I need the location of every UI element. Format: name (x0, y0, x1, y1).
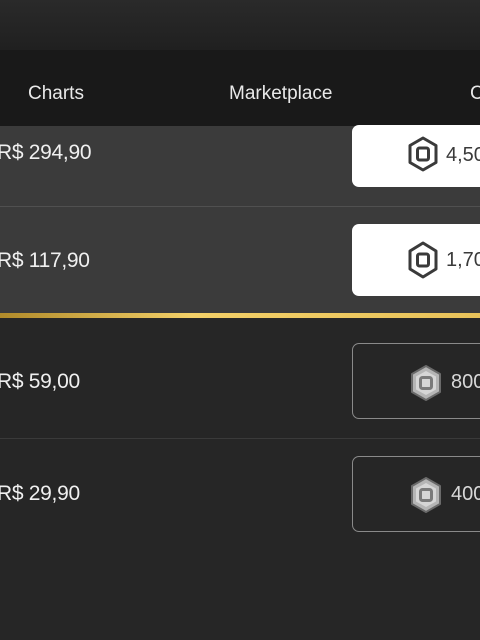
top-navigation: Charts Marketplace C (0, 50, 480, 126)
package-price: R$ 117,90 (0, 249, 90, 272)
robux-icon (408, 136, 438, 177)
robux-amount: 400 (451, 483, 480, 505)
buy-package-button[interactable]: 1,70 (352, 224, 480, 296)
package-price: R$ 59,00 (0, 370, 80, 393)
robux-amount: 1,70 (446, 249, 480, 271)
tab-charts[interactable]: Charts (28, 83, 84, 105)
robux-icon (408, 241, 438, 284)
robux-icon (409, 364, 443, 407)
robux-icon (409, 476, 443, 519)
tab-partial[interactable]: C (470, 83, 480, 105)
robux-amount: 800 (451, 371, 480, 393)
buy-package-button[interactable]: 4,50 (352, 125, 480, 187)
buy-package-button[interactable]: 800 (352, 343, 480, 419)
package-price: R$ 29,90 (0, 482, 80, 505)
robux-amount: 4,50 (446, 144, 480, 166)
buy-package-button[interactable]: 400 (352, 456, 480, 532)
package-price: R$ 294,90 (0, 141, 92, 164)
top-bar (0, 0, 480, 50)
tab-marketplace[interactable]: Marketplace (229, 83, 333, 105)
